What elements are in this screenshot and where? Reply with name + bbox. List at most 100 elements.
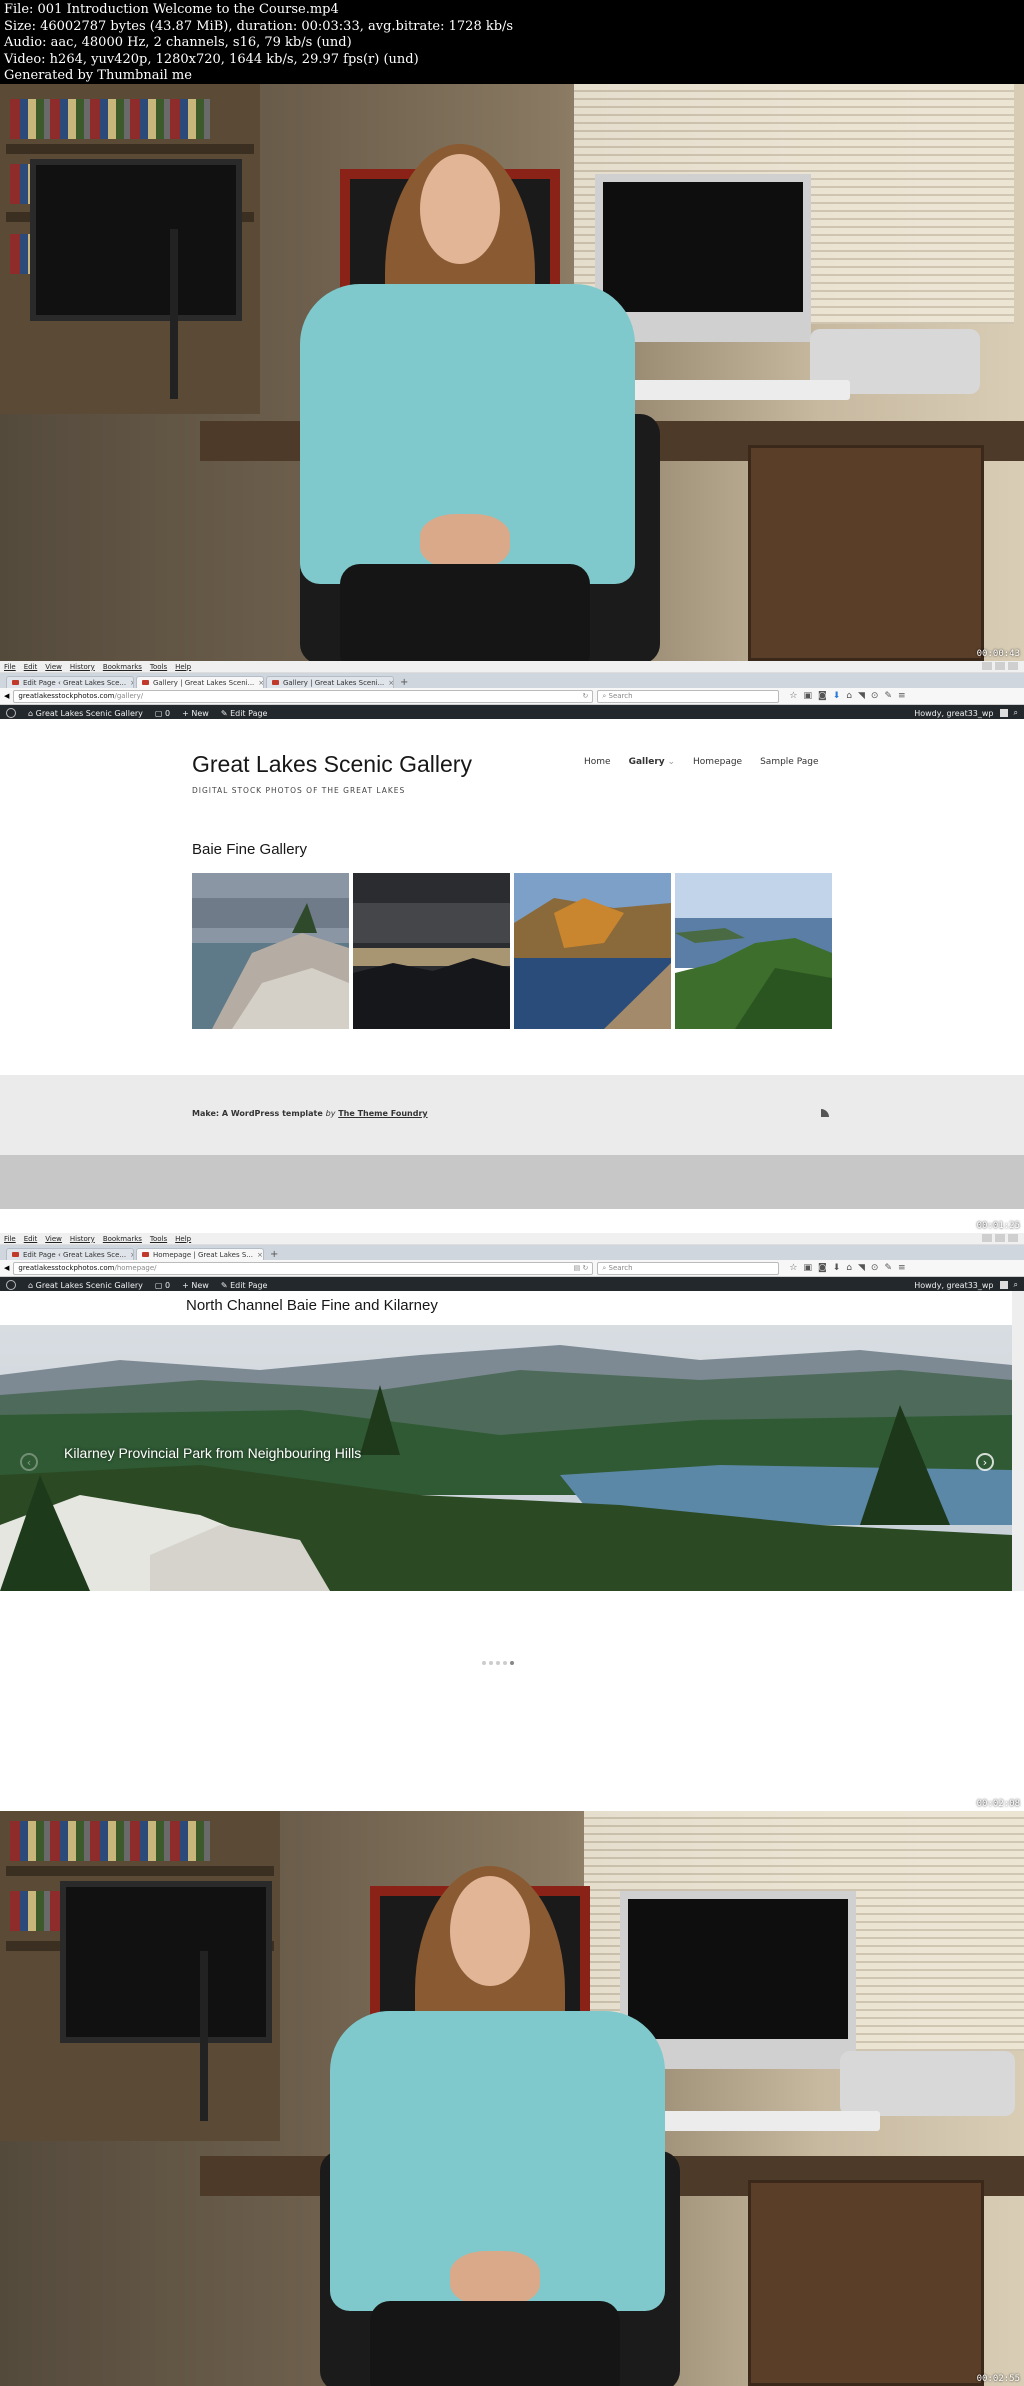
back-icon[interactable]: ◀ [4, 1264, 9, 1272]
close-icon[interactable] [1008, 662, 1018, 670]
gallery-thumbnail-1[interactable] [192, 873, 349, 1029]
admin-site-link[interactable]: ⌂ Great Lakes Scenic Gallery [28, 1281, 143, 1290]
prev-slide-icon[interactable]: ‹ [20, 1453, 38, 1471]
pencil-icon: ✎ [220, 1280, 231, 1290]
search-input[interactable]: ⌕ Search [597, 1261, 780, 1275]
nav-homepage[interactable]: Homepage [693, 757, 742, 767]
clipboard-icon[interactable]: ▣ [803, 1263, 812, 1273]
slide-dot[interactable] [496, 1661, 500, 1665]
url-field[interactable]: greatlakesstockphotos.com/gallery/ ↻ [13, 689, 594, 703]
pocket-icon[interactable]: ◙ [818, 691, 827, 701]
maximize-icon[interactable] [995, 662, 1005, 670]
nav-sample-page[interactable]: Sample Page [760, 757, 818, 767]
slide-dot[interactable] [482, 1661, 486, 1665]
tab-edit-page[interactable]: Edit Page ‹ Great Lakes Sce...× [6, 676, 134, 688]
wordpress-logo-icon[interactable] [6, 1280, 16, 1290]
menu-history[interactable]: History [70, 1235, 95, 1243]
maximize-icon[interactable] [995, 1234, 1005, 1242]
reader-view-icon[interactable]: ▤ ↻ [574, 1264, 589, 1272]
menu-tools[interactable]: Tools [150, 1235, 167, 1243]
menu-file[interactable]: File [4, 663, 16, 671]
close-icon[interactable] [1008, 1234, 1018, 1242]
avatar[interactable] [999, 1281, 1008, 1289]
slide-dot[interactable] [503, 1661, 507, 1665]
admin-new[interactable]: + New [182, 1281, 209, 1290]
close-tab-icon[interactable]: × [388, 679, 393, 687]
search-placeholder: Search [608, 1264, 633, 1272]
site-title[interactable]: Great Lakes Scenic Gallery [192, 751, 472, 778]
search-input[interactable]: ⌕ Search [597, 689, 780, 703]
menu-help[interactable]: Help [175, 663, 191, 671]
sync-icon[interactable]: ⊙ [871, 691, 879, 701]
admin-edit-page[interactable]: ✎ Edit Page [221, 709, 268, 718]
tab-bar: Edit Page ‹ Great Lakes Sce...× Gallery … [0, 673, 1024, 688]
tab-gallery[interactable]: Gallery | Great Lakes Sceni... × [266, 676, 394, 688]
close-tab-icon[interactable]: × [130, 1251, 133, 1259]
download-icon[interactable]: ⬇ [833, 691, 841, 701]
hamburger-menu-icon[interactable]: ≡ [898, 1263, 906, 1273]
menu-help[interactable]: Help [175, 1235, 191, 1243]
gallery-thumbnail-4[interactable] [675, 873, 832, 1029]
menu-view[interactable]: View [45, 1235, 62, 1243]
nav-home[interactable]: Home [584, 757, 611, 767]
admin-comments[interactable]: ▢ 0 [155, 1281, 170, 1290]
menu-file[interactable]: File [4, 1235, 16, 1243]
new-tab-icon[interactable]: + [266, 1249, 282, 1260]
slide-dot[interactable] [489, 1661, 493, 1665]
share-icon[interactable]: ◥ [858, 691, 865, 701]
pocket-icon[interactable]: ◙ [818, 1263, 827, 1273]
admin-howdy[interactable]: Howdy, great33_wp [914, 1281, 993, 1290]
sync-icon[interactable]: ⊙ [871, 1263, 879, 1273]
admin-comments[interactable]: ▢ 0 [155, 709, 170, 718]
gallery-page: Great Lakes Scenic Gallery DIGITAL STOCK… [0, 719, 1024, 1209]
url-path: /homepage/ [114, 1264, 157, 1272]
tab-edit-page[interactable]: Edit Page ‹ Great Lakes Sce...× [6, 1248, 134, 1260]
pen-icon[interactable]: ✎ [884, 1263, 892, 1273]
menu-bookmarks[interactable]: Bookmarks [103, 1235, 142, 1243]
admin-site-link[interactable]: ⌂ Great Lakes Scenic Gallery [28, 709, 143, 718]
tab-homepage-active[interactable]: Homepage | Great Lakes S... × [136, 1248, 264, 1260]
menu-history[interactable]: History [70, 663, 95, 671]
nav-gallery[interactable]: Gallery ⌄ [629, 757, 675, 767]
bookmark-star-icon[interactable]: ☆ [789, 1263, 797, 1273]
home-icon[interactable]: ⌂ [846, 691, 852, 701]
admin-howdy[interactable]: Howdy, great33_wp [914, 709, 993, 718]
download-icon[interactable]: ⬇ [833, 1263, 841, 1273]
next-slide-icon[interactable]: › [976, 1453, 994, 1471]
menu-view[interactable]: View [45, 663, 62, 671]
theme-foundry-link[interactable]: The Theme Foundry [338, 1109, 427, 1118]
clipboard-icon[interactable]: ▣ [803, 691, 812, 701]
new-tab-icon[interactable]: + [396, 677, 412, 688]
menu-edit[interactable]: Edit [24, 1235, 38, 1243]
avatar[interactable] [999, 709, 1008, 717]
site-tagline: DIGITAL STOCK PHOTOS OF THE GREAT LAKES [192, 786, 406, 795]
back-icon[interactable]: ◀ [4, 692, 9, 700]
pen-icon[interactable]: ✎ [884, 691, 892, 701]
rss-icon[interactable] [821, 1109, 829, 1117]
search-icon[interactable]: ⌕ [1014, 1280, 1018, 1290]
menu-edit[interactable]: Edit [24, 663, 38, 671]
close-tab-icon[interactable]: × [258, 679, 263, 687]
tab-gallery-active[interactable]: Gallery | Great Lakes Sceni... × [136, 676, 264, 688]
scrollbar[interactable] [1012, 1291, 1024, 1591]
menu-bookmarks[interactable]: Bookmarks [103, 663, 142, 671]
admin-new[interactable]: + New [182, 709, 209, 718]
image-slider[interactable]: Kilarney Provincial Park from Neighbouri… [0, 1325, 1012, 1591]
home-icon[interactable]: ⌂ [846, 1263, 852, 1273]
admin-edit-page[interactable]: ✎ Edit Page [221, 1281, 268, 1290]
close-tab-icon[interactable]: × [130, 679, 133, 687]
slide-dot-active[interactable] [510, 1661, 514, 1665]
gallery-thumbnail-2[interactable] [353, 873, 510, 1029]
share-icon[interactable]: ◥ [858, 1263, 865, 1273]
menu-tools[interactable]: Tools [150, 663, 167, 671]
close-tab-icon[interactable]: × [257, 1251, 263, 1259]
search-icon[interactable]: ⌕ [1014, 708, 1018, 718]
minimize-icon[interactable] [982, 1234, 992, 1242]
wordpress-logo-icon[interactable] [6, 708, 16, 718]
minimize-icon[interactable] [982, 662, 992, 670]
bookmark-star-icon[interactable]: ☆ [789, 691, 797, 701]
gallery-thumbnail-3[interactable] [514, 873, 671, 1029]
reload-icon[interactable]: ↻ [583, 692, 589, 700]
url-field[interactable]: greatlakesstockphotos.com/homepage/ ▤ ↻ [13, 1261, 594, 1275]
hamburger-menu-icon[interactable]: ≡ [898, 691, 906, 701]
